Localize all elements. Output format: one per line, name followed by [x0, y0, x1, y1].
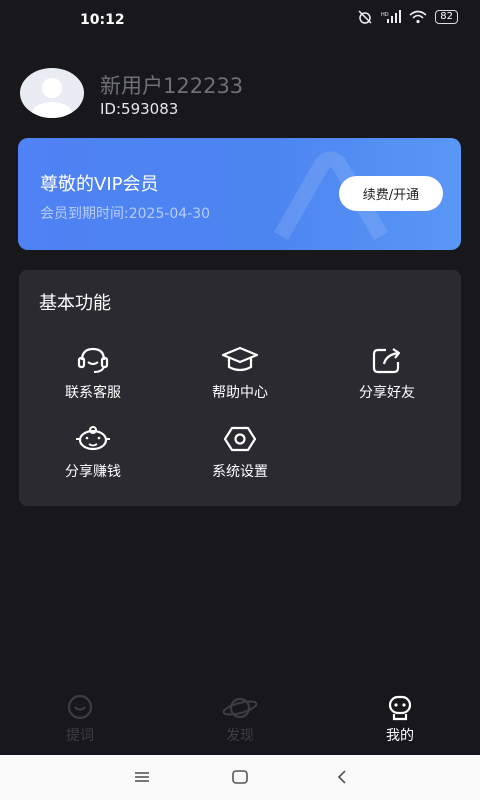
tab-label: 提词: [66, 728, 94, 744]
alarm-off-icon: [358, 10, 372, 24]
share-box-icon: [372, 348, 401, 374]
graduation-cap-icon: [221, 346, 259, 372]
bottom-tab-bar: 提词 发现 我的: [0, 690, 480, 754]
tab-label: 发现: [226, 728, 254, 744]
basic-functions-panel: 基本功能 联系客服 帮助中心 分享好友 分享赚钱 系统设置: [19, 270, 461, 506]
tab-prompt[interactable]: 提词: [40, 694, 120, 745]
svg-text:HD: HD: [381, 12, 389, 18]
tab-mine[interactable]: 我的: [360, 694, 440, 745]
status-icons: HD 82: [357, 10, 458, 24]
status-bar: 10:12 HD 82: [0, 0, 480, 40]
avatar[interactable]: [20, 68, 84, 118]
help-center-item[interactable]: 帮助中心: [180, 346, 300, 406]
vip-title: 尊敬的VIP会员: [40, 174, 159, 195]
share-earn-item[interactable]: 分享赚钱: [33, 425, 153, 485]
wifi-icon: [409, 10, 427, 24]
default-avatar-icon: [32, 78, 72, 118]
tab-discover[interactable]: 发现: [200, 694, 280, 745]
share-friends-item[interactable]: 分享好友: [327, 346, 447, 406]
contact-service-item[interactable]: 联系客服: [33, 346, 153, 406]
function-label: 分享好友: [359, 385, 415, 401]
function-label: 系统设置: [212, 464, 268, 480]
settings-eye-icon: [223, 426, 257, 452]
function-label: 分享赚钱: [65, 464, 121, 480]
section-title: 基本功能: [39, 293, 111, 314]
hd-signal-icon: HD: [381, 10, 402, 23]
system-settings-item[interactable]: 系统设置: [180, 425, 300, 485]
system-nav-bar: [0, 755, 480, 800]
user-id: ID:593083: [100, 100, 179, 118]
battery-icon: 82: [435, 10, 458, 24]
back-chevron-icon[interactable]: [330, 767, 354, 787]
planet-icon: [222, 697, 258, 719]
status-time: 10:12: [80, 12, 125, 28]
vip-card[interactable]: 尊敬的VIP会员 会员到期时间:2025-04-30 续费/开通: [18, 138, 461, 250]
renew-button[interactable]: 续费/开通: [339, 176, 443, 211]
username: 新用户122233: [100, 74, 244, 98]
prompt-bubble-icon: [67, 694, 93, 720]
headset-icon: [77, 347, 109, 373]
function-label: 联系客服: [65, 385, 121, 401]
home-square-icon[interactable]: [228, 767, 252, 787]
tab-label: 我的: [386, 728, 414, 744]
robot-face-icon: [388, 695, 412, 721]
menu-icon[interactable]: [130, 767, 154, 787]
function-label: 帮助中心: [212, 385, 268, 401]
piggy-bank-icon: [76, 426, 110, 451]
vip-expire-date: 会员到期时间:2025-04-30: [40, 206, 211, 222]
profile-header[interactable]: 新用户122233 ID:593083: [20, 68, 460, 120]
